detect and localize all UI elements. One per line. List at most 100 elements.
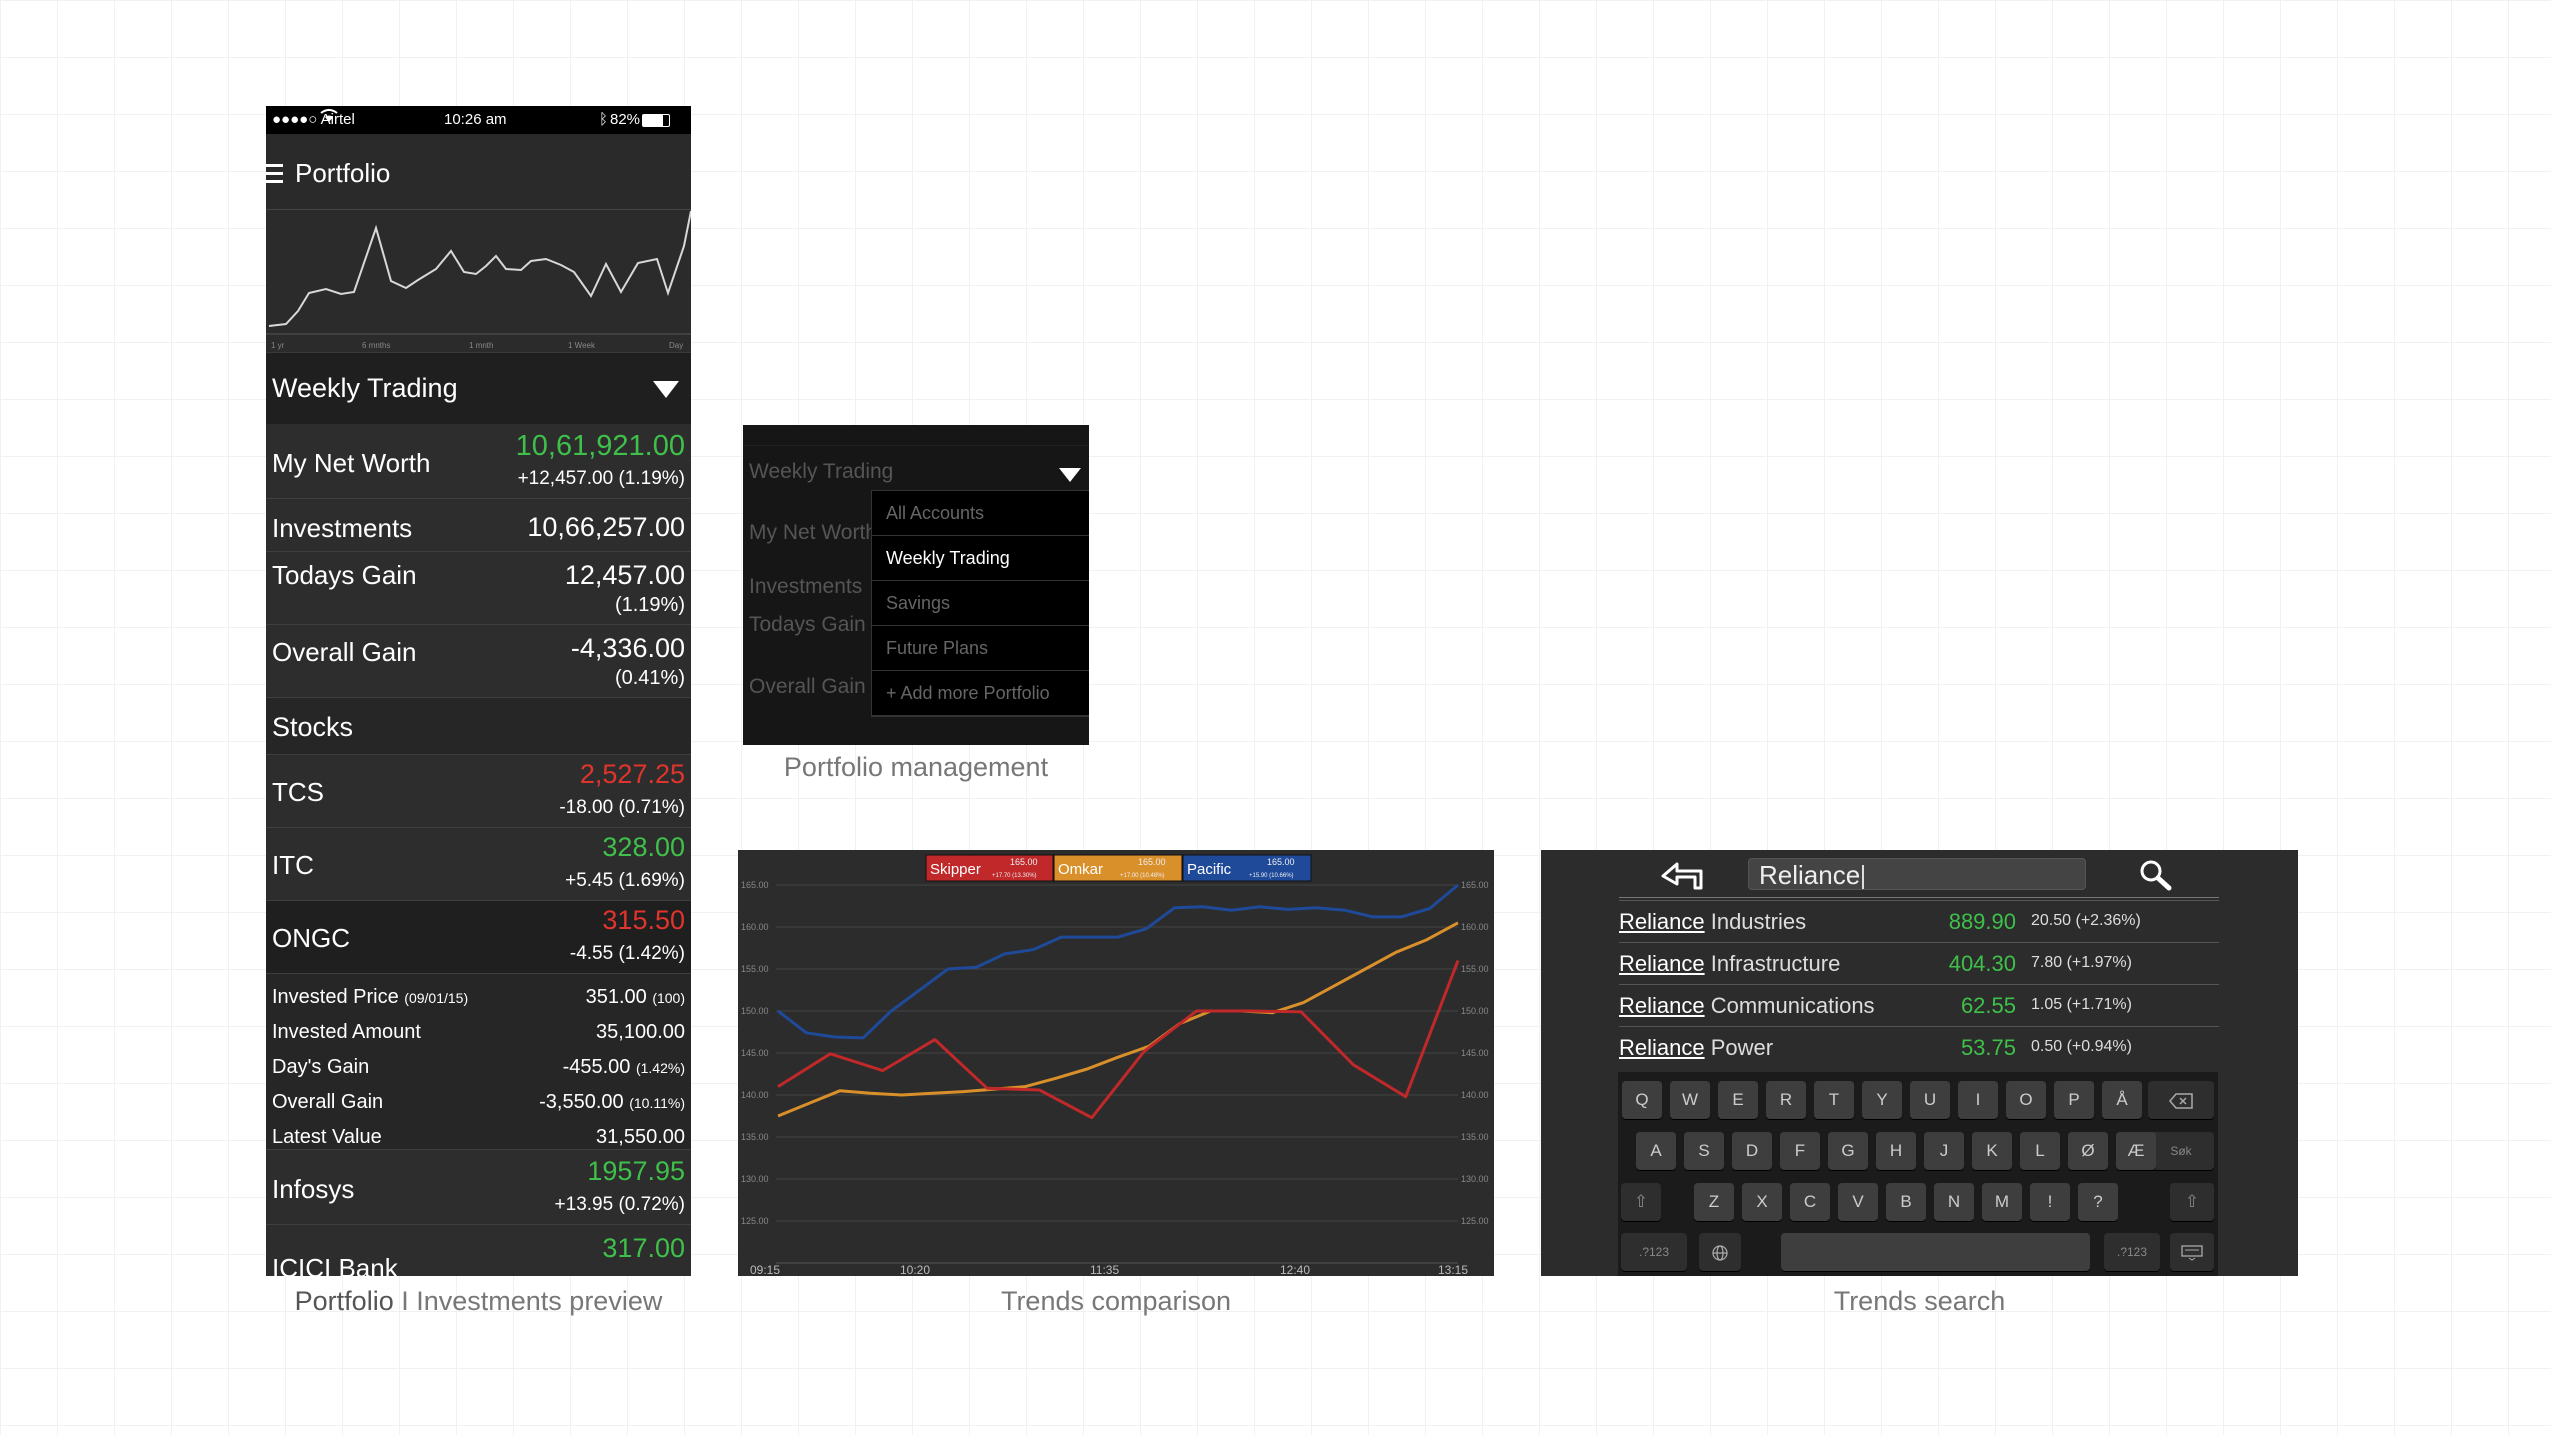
range-6m[interactable]: 6 mnths xyxy=(362,341,390,350)
y-tick-label-left: 140.00 xyxy=(741,1090,769,1100)
latest-value-value: 31,550.00 xyxy=(596,1126,685,1148)
y-tick-label-right: 135.00 xyxy=(1461,1132,1489,1142)
key-Q[interactable]: Q xyxy=(1622,1081,1662,1119)
key-A[interactable]: A xyxy=(1636,1132,1676,1170)
stock-name: TCS xyxy=(272,777,324,807)
clock: 10:26 am xyxy=(444,111,507,128)
legend-change: +17.00 (10.48%) xyxy=(1120,873,1165,879)
range-1yr[interactable]: 1 yr xyxy=(271,341,285,350)
legend-value: 165.00 xyxy=(1267,857,1295,867)
key-Å[interactable]: Å xyxy=(2102,1081,2142,1119)
result-name: Infrastructure xyxy=(1704,951,1841,976)
menu-item-add-portfolio[interactable]: + Add more Portfolio xyxy=(872,671,1089,716)
range-1w[interactable]: 1 Week xyxy=(568,341,596,350)
hamburger-menu-icon[interactable] xyxy=(266,164,283,188)
stock-row-icici[interactable]: ICICI Bank 317.00 xyxy=(266,1225,691,1276)
y-tick-label-right: 160.00 xyxy=(1461,922,1489,932)
key-H[interactable]: H xyxy=(1876,1132,1916,1170)
key-Z[interactable]: Z xyxy=(1694,1183,1734,1221)
key-Y[interactable]: Y xyxy=(1862,1081,1902,1119)
stock-row-ongc[interactable]: ONGC 315.50 -4.55 (1.42%) xyxy=(266,901,691,974)
key-R[interactable]: R xyxy=(1766,1081,1806,1119)
overall-gain-label: Overall Gain xyxy=(272,637,417,667)
shift-icon[interactable]: ⇧ xyxy=(1621,1183,1661,1221)
shift-icon[interactable]: ⇧ xyxy=(2170,1183,2214,1221)
days-gain-line: Day's Gain -455.00 (1.42%) xyxy=(272,1056,685,1079)
range-day[interactable]: Day xyxy=(669,341,683,350)
ghost-row-investments: Investments xyxy=(749,575,863,598)
investments-row: Investments 10,66,257.00 xyxy=(266,499,691,552)
net-worth-label: My Net Worth xyxy=(272,448,431,478)
key-L[interactable]: L xyxy=(2020,1132,2060,1170)
key-T[interactable]: T xyxy=(1814,1081,1854,1119)
key-P[interactable]: P xyxy=(2054,1081,2094,1119)
keyboard-hide-icon[interactable] xyxy=(2170,1233,2214,1271)
menu-item-future-plans[interactable]: Future Plans xyxy=(872,626,1089,671)
search-result[interactable]: Reliance Industries 889.90 20.50 (+2.36%… xyxy=(1619,900,2219,943)
key-I[interactable]: I xyxy=(1958,1081,1998,1119)
key-K[interactable]: K xyxy=(1972,1132,2012,1170)
legend-value: 165.00 xyxy=(1138,857,1166,867)
invested-price-date: (09/01/15) xyxy=(404,990,469,1006)
search-result[interactable]: Reliance Power 53.75 0.50 (+0.94%) xyxy=(1619,1026,2219,1069)
key-N[interactable]: N xyxy=(1934,1183,1974,1221)
battery-icon xyxy=(642,114,670,127)
key-W[interactable]: W xyxy=(1670,1081,1710,1119)
y-tick-label-right: 165.00 xyxy=(1461,880,1489,890)
spacebar[interactable] xyxy=(1781,1233,2090,1271)
stock-name: ONGC xyxy=(272,923,350,953)
result-name: Power xyxy=(1704,1035,1774,1060)
key-F[interactable]: F xyxy=(1780,1132,1820,1170)
menu-item-weekly-trading[interactable]: Weekly Trading xyxy=(872,536,1089,581)
search-result[interactable]: Reliance Infrastructure 404.30 7.80 (+1.… xyxy=(1619,942,2219,985)
key-S[interactable]: S xyxy=(1684,1132,1724,1170)
invested-price-line: Invested Price (09/01/15) 351.00 (100) xyxy=(272,986,685,1009)
globe-icon[interactable] xyxy=(1699,1233,1741,1271)
legend-name: Omkar xyxy=(1058,861,1103,878)
menu-item-all-accounts[interactable]: All Accounts xyxy=(872,491,1089,536)
y-tick-label-left: 150.00 xyxy=(741,1006,769,1016)
portfolio-picker[interactable]: Weekly Trading xyxy=(266,352,691,426)
stock-row-infosys[interactable]: Infosys 1957.95 +13.95 (0.72%) xyxy=(266,1150,691,1225)
key-B[interactable]: B xyxy=(1886,1183,1926,1221)
return-arrow-icon[interactable] xyxy=(1659,858,1709,894)
key-X[interactable]: X xyxy=(1742,1183,1782,1221)
key-J[interactable]: J xyxy=(1924,1132,1964,1170)
result-price: 53.75 xyxy=(1960,1035,2016,1060)
stock-row-tcs[interactable]: TCS 2,527.25 -18.00 (0.71%) xyxy=(266,755,691,828)
key-?[interactable]: ? xyxy=(2078,1183,2118,1221)
ghost-row-overallgain: Overall Gain xyxy=(749,675,866,698)
picker-label: Weekly Trading xyxy=(272,373,458,403)
numbers-key[interactable]: .?123 xyxy=(2104,1233,2160,1271)
key-E[interactable]: E xyxy=(1718,1081,1758,1119)
search-key[interactable]: Søk xyxy=(2148,1132,2214,1170)
key-![interactable]: ! xyxy=(2030,1183,2070,1221)
search-result[interactable]: Reliance Communications 62.55 1.05 (+1.7… xyxy=(1619,984,2219,1027)
key-D[interactable]: D xyxy=(1732,1132,1772,1170)
key-C[interactable]: C xyxy=(1790,1183,1830,1221)
key-G[interactable]: G xyxy=(1828,1132,1868,1170)
backspace-icon[interactable] xyxy=(2148,1081,2214,1119)
magnifier-icon[interactable] xyxy=(2137,858,2177,892)
numbers-key[interactable]: .?123 xyxy=(1621,1233,1687,1271)
y-tick-label-right: 140.00 xyxy=(1461,1090,1489,1100)
y-tick-label-right: 145.00 xyxy=(1461,1048,1489,1058)
chevron-down-icon[interactable] xyxy=(1059,468,1081,482)
key-O[interactable]: O xyxy=(2006,1081,2046,1119)
key-Æ[interactable]: Æ xyxy=(2116,1132,2156,1170)
net-worth-change: +12,457.00 (1.19%) xyxy=(517,468,685,489)
search-input[interactable]: Reliance xyxy=(1748,858,2086,890)
key-V[interactable]: V xyxy=(1838,1183,1878,1221)
key-U[interactable]: U xyxy=(1910,1081,1950,1119)
y-tick-label-right: 155.00 xyxy=(1461,964,1489,974)
key-Ø[interactable]: Ø xyxy=(2068,1132,2108,1170)
menu-item-savings[interactable]: Savings xyxy=(872,581,1089,626)
result-name: Communications xyxy=(1704,993,1875,1018)
caption-portfolio-bold: Portfolio xyxy=(294,1286,394,1316)
series-line-omkar xyxy=(777,921,1459,1118)
key-M[interactable]: M xyxy=(1982,1183,2022,1221)
stock-row-itc[interactable]: ITC 328.00 +5.45 (1.69%) xyxy=(266,828,691,901)
range-1m[interactable]: 1 mnth xyxy=(469,341,493,350)
legend-name: Skipper xyxy=(930,861,981,878)
portfolio-menu-panel: Weekly Trading My Net Worth Investments … xyxy=(743,425,1089,745)
